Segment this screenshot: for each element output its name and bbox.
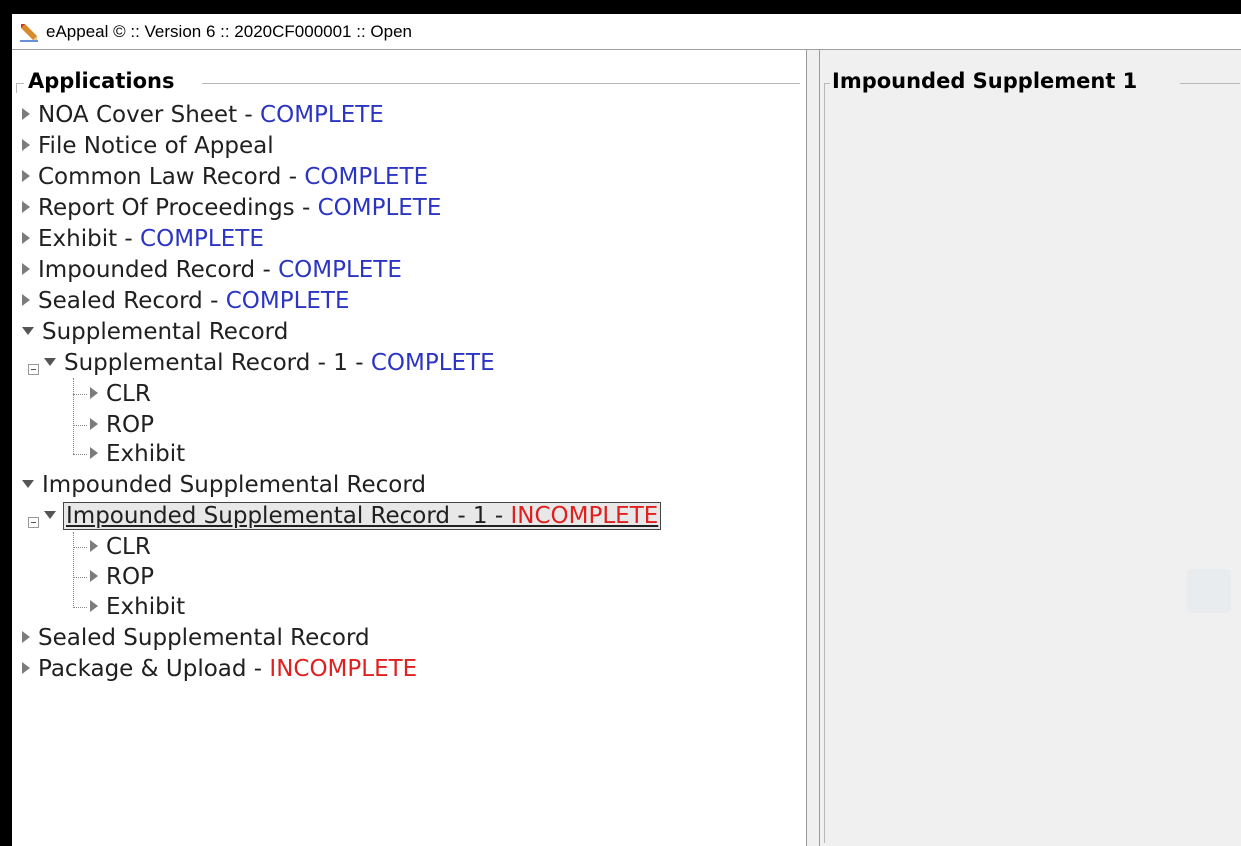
tree-item-label: Impounded Supplemental Record - 1 xyxy=(66,503,488,529)
tree-item-rop[interactable]: ROP xyxy=(90,562,154,593)
tree-item-impounded-record[interactable]: Impounded Record - COMPLETE xyxy=(22,255,402,286)
tree-item-common-law-record[interactable]: Common Law Record - COMPLETE xyxy=(22,162,428,193)
chevron-down-icon[interactable] xyxy=(22,327,34,335)
tree-item-clr[interactable]: CLR xyxy=(90,379,151,410)
tree-item-label: CLR xyxy=(106,534,151,560)
tree-item-label: Common Law Record xyxy=(38,164,282,190)
tree-item-noa-cover-sheet[interactable]: NOA Cover Sheet - COMPLETE xyxy=(22,100,384,131)
chevron-right-icon[interactable] xyxy=(22,201,30,213)
tree-item-label: Impounded Supplemental Record xyxy=(42,472,427,498)
tree-item-label: ROP xyxy=(106,564,154,590)
tree-item-clr[interactable]: CLR xyxy=(90,532,151,563)
tree-item-label: NOA Cover Sheet xyxy=(38,102,238,128)
collapse-toggle-icon[interactable] xyxy=(28,364,39,375)
chevron-down-icon[interactable] xyxy=(44,511,56,519)
tree-item-separator: - xyxy=(281,164,305,190)
chevron-right-icon[interactable] xyxy=(22,108,30,120)
tree-item-exhibit[interactable]: Exhibit xyxy=(90,439,185,470)
status-label: COMPLETE xyxy=(317,195,442,221)
tree-item-separator: - xyxy=(237,102,261,128)
chevron-right-icon[interactable] xyxy=(90,540,98,552)
status-label: COMPLETE xyxy=(304,164,429,190)
tree-item-separator: - xyxy=(347,350,371,376)
status-label: COMPLETE xyxy=(370,350,495,376)
tree-item-label: ROP xyxy=(106,412,154,438)
tree-item-separator: - xyxy=(202,288,226,314)
chevron-right-icon[interactable] xyxy=(90,447,98,459)
chevron-right-icon[interactable] xyxy=(22,662,30,674)
status-label: COMPLETE xyxy=(260,102,384,128)
chevron-right-icon[interactable] xyxy=(90,418,98,430)
status-label: COMPLETE xyxy=(278,257,402,283)
status-label: COMPLETE xyxy=(140,226,264,252)
chevron-right-icon[interactable] xyxy=(90,600,98,612)
collapse-toggle-icon[interactable] xyxy=(28,517,39,528)
app-window: eAppeal © :: Version 6 :: 2020CF000001 :… xyxy=(12,14,1241,846)
tree-item-label: Supplemental Record - 1 xyxy=(64,350,348,376)
tree-item-exhibit[interactable]: Exhibit xyxy=(90,592,185,623)
tree-item-separator: - xyxy=(117,226,141,252)
tree-item-label: Sealed Record xyxy=(38,288,203,314)
tree-item-separator: - xyxy=(255,257,279,283)
applications-panel: Applications NOA Cover Sheet - COMPLETE … xyxy=(12,50,807,846)
tree-item-label: Exhibit xyxy=(106,594,186,620)
status-label: COMPLETE xyxy=(225,288,350,314)
tree-item-label: Supplemental Record xyxy=(42,319,289,345)
chevron-down-icon[interactable] xyxy=(44,358,56,366)
status-label: INCOMPLETE xyxy=(510,503,659,529)
tree-item-report-of-proceedings[interactable]: Report Of Proceedings - COMPLETE xyxy=(22,193,441,224)
details-panel-title: Impounded Supplement 1 xyxy=(832,69,1138,93)
chevron-right-icon[interactable] xyxy=(22,232,30,244)
tree-item-sealed-supplemental-record[interactable]: Sealed Supplemental Record xyxy=(22,623,370,654)
chevron-right-icon[interactable] xyxy=(22,631,30,643)
tree-item-sealed-record[interactable]: Sealed Record - COMPLETE xyxy=(22,286,350,317)
tree-item-exhibit[interactable]: Exhibit - COMPLETE xyxy=(22,224,264,255)
chevron-right-icon[interactable] xyxy=(90,387,98,399)
tree-item-separator: - xyxy=(246,656,270,682)
tree-item-supplemental-record[interactable]: Supplemental Record xyxy=(22,317,288,348)
tree-item-label: CLR xyxy=(106,381,151,407)
tree-item-separator: - xyxy=(294,195,318,221)
selected-tree-item[interactable]: Impounded Supplemental Record - 1 - INCO… xyxy=(62,502,662,530)
panel-divider[interactable] xyxy=(807,50,819,846)
tree-item-label: Package & Upload xyxy=(38,656,247,682)
chevron-right-icon[interactable] xyxy=(22,139,30,151)
title-bar: eAppeal © :: Version 6 :: 2020CF000001 :… xyxy=(12,14,1241,50)
chevron-right-icon[interactable] xyxy=(22,263,30,275)
details-panel: Impounded Supplement 1 xyxy=(819,50,1241,846)
chevron-right-icon[interactable] xyxy=(22,170,30,182)
tree-item-separator: - xyxy=(487,503,511,529)
tree-item-label: Report Of Proceedings xyxy=(38,195,295,221)
tree-item-impounded-supplemental-record-1[interactable]: Impounded Supplemental Record - 1 - INCO… xyxy=(44,501,662,532)
window-title: eAppeal © :: Version 6 :: 2020CF000001 :… xyxy=(46,22,412,41)
tree-item-label: Impounded Record xyxy=(38,257,256,283)
tree-item-file-notice-of-appeal[interactable]: File Notice of Appeal xyxy=(22,131,274,162)
tree-item-supplemental-record-1[interactable]: Supplemental Record - 1 - COMPLETE xyxy=(44,348,495,379)
tree-item-package-and-upload[interactable]: Package & Upload - INCOMPLETE xyxy=(22,654,417,685)
applications-title: Applications xyxy=(28,69,175,93)
pencil-icon xyxy=(18,21,40,43)
chevron-down-icon[interactable] xyxy=(22,480,34,488)
tree-item-label: Exhibit xyxy=(106,441,186,467)
tree-item-label: Exhibit xyxy=(38,226,118,252)
status-label: INCOMPLETE xyxy=(269,656,418,682)
tree-item-impounded-supplemental-record[interactable]: Impounded Supplemental Record xyxy=(22,470,426,501)
tree-item-label: Sealed Supplemental Record xyxy=(38,625,370,651)
chevron-right-icon[interactable] xyxy=(90,570,98,582)
faint-scroll-button[interactable] xyxy=(1187,569,1231,613)
chevron-right-icon[interactable] xyxy=(22,294,30,306)
tree-item-rop[interactable]: ROP xyxy=(90,410,154,441)
tree-item-label: File Notice of Appeal xyxy=(38,133,274,159)
